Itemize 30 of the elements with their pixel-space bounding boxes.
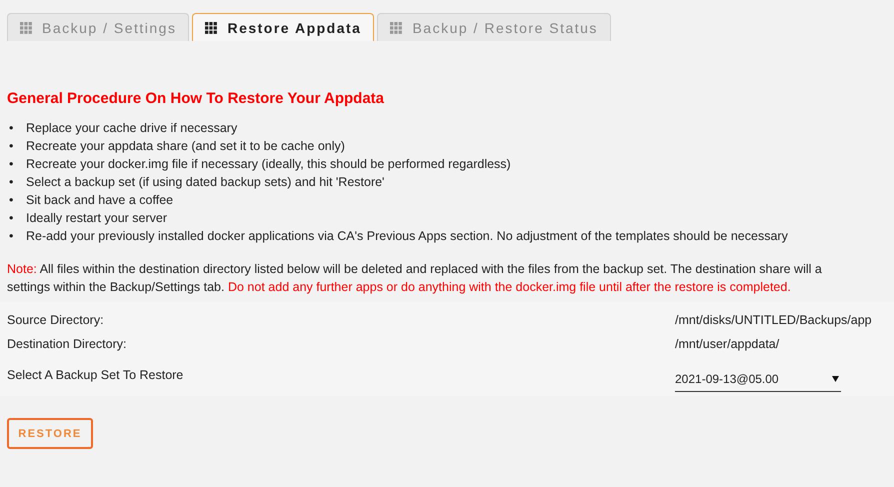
procedure-step: Recreate your appdata share (and set it to be cache only) — [26, 137, 345, 155]
procedure-step: Replace your cache drive if necessary — [26, 119, 238, 137]
grid-icon — [390, 22, 402, 34]
procedure-step: Re-add your previously installed docker applications via CA's Previous Apps section. No adjustment of the templates should be necessary — [26, 227, 788, 245]
list-bullet: • — [9, 174, 14, 191]
grid-icon — [20, 22, 32, 34]
list-bullet: • — [9, 138, 14, 155]
list-bullet: • — [9, 156, 14, 173]
procedure-step: Ideally restart your server — [26, 209, 168, 227]
dropdown-arrow-icon — [832, 376, 839, 382]
list-bullet: • — [9, 210, 14, 227]
setting-label: Source Directory: — [7, 313, 105, 327]
backup-set-select[interactable]: 2021-09-13@05.00 — [675, 366, 841, 392]
list-bullet: • — [9, 192, 14, 209]
note-text: Note: All files within the destination directory listed below will be deleted and replaced with the files from the backup set. The destination share will a settings within the Backup/Settings tab. Do not add any further apps or do anything with the docker.img file until after the restore is completed. — [7, 261, 823, 296]
list-bullet: • — [9, 120, 14, 137]
tab[interactable]: Restore Appdata — [192, 13, 374, 41]
procedure-step: Recreate your docker.img file if necessary (ideally, this should be performed regardless) — [26, 155, 511, 173]
grid-icon — [205, 22, 218, 34]
tab[interactable]: Backup / Restore Status — [377, 13, 611, 41]
procedure-step: Sit back and have a coffee — [26, 191, 174, 209]
restore-button[interactable]: RESTORE — [7, 418, 93, 449]
section-heading: General Procedure On How To Restore Your Appdata — [7, 90, 386, 107]
setting-label: Select A Backup Set To Restore — [7, 368, 184, 382]
setting-value: /mnt/user/appdata/ — [675, 337, 780, 351]
procedure-step: Select a backup set (if using dated backup sets) and hit 'Restore' — [26, 173, 384, 191]
setting-label: Destination Directory: — [7, 337, 128, 351]
tab[interactable]: Backup / Settings — [7, 13, 190, 41]
list-bullet: • — [9, 228, 14, 245]
setting-value: /mnt/disks/UNTITLED/Backups/app — [675, 313, 873, 327]
